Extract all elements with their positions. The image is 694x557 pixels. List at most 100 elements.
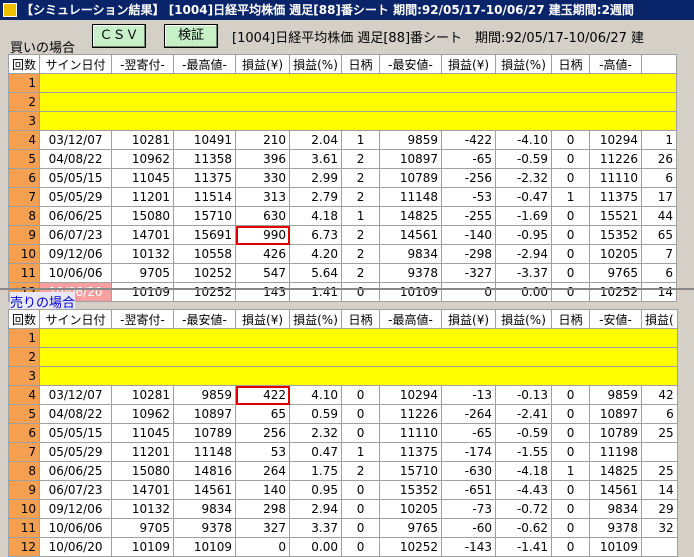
column-header: 損益(¥) (441, 309, 497, 329)
table-cell: 0 (341, 282, 381, 302)
table-cell: 0 (341, 404, 381, 424)
table-cell: 15691 (173, 225, 237, 245)
table-cell: 10132 (111, 244, 175, 264)
table-cell: 15710 (173, 206, 237, 226)
row-number: 12 (7, 537, 41, 557)
table-cell: 9378 (589, 518, 643, 538)
table-cell: 298 (235, 499, 291, 519)
sign-date-cell: 06/07/23 (39, 480, 113, 500)
table-cell: 0 (341, 480, 381, 500)
table-row[interactable]: 1210/06/2010109102521431.4101010900.0001… (7, 282, 678, 302)
table-cell: -65 (441, 423, 497, 443)
column-header: 損益(%) (495, 309, 553, 329)
table-cell: 2.04 (289, 130, 343, 150)
table-cell: 14825 (589, 461, 643, 481)
table-cell: 0 (341, 499, 381, 519)
table-cell: -3.37 (495, 263, 553, 283)
row-number: 2 (7, 92, 41, 112)
table-cell: 9705 (111, 518, 175, 538)
table-cell: 2 (341, 225, 381, 245)
table-cell: 10962 (111, 404, 175, 424)
table-cell: 7 (641, 244, 678, 264)
table-row[interactable]: 11 10/06/06 9705 9378 327 3.37 0 9765 -60 -0.62 0 9… (7, 518, 678, 538)
table-cell: 0 (551, 480, 591, 500)
csv-button[interactable]: ＣＳＶ (92, 24, 146, 48)
table-row[interactable]: 12 10/06/20 10109 10109 0 0.00 0 10252 -143 -1.41… (7, 537, 678, 557)
table-cell: 14561 (173, 480, 237, 500)
table-cell: 0 (551, 442, 591, 462)
table-cell: 10962 (111, 149, 175, 169)
yellow-band-cell (39, 73, 678, 93)
table-cell: 0 (551, 404, 591, 424)
table-cell: 2.79 (289, 187, 343, 207)
empty-row: 3 (7, 366, 678, 386)
row-number: 7 (7, 442, 41, 462)
table-cell: 10281 (111, 385, 175, 405)
table-cell: 2 (341, 168, 381, 188)
sign-date-cell: 04/08/22 (39, 149, 113, 169)
row-number: 1 (7, 328, 41, 348)
row-number: 3 (7, 111, 41, 131)
table-cell: -73 (441, 499, 497, 519)
table-row[interactable]: 4 03/12/07 10281 10491 210 2.04 1 9859 -422 -4.10… (7, 130, 678, 150)
table-cell: 11226 (589, 149, 643, 169)
yellow-band-cell (39, 92, 678, 112)
table-cell: 10558 (173, 244, 237, 264)
row-number: 1 (7, 73, 41, 93)
column-header: -翌寄付- (111, 309, 175, 329)
table-cell: 0 (551, 225, 591, 245)
table-cell: -13 (441, 385, 497, 405)
table-cell: 9705 (111, 263, 175, 283)
table-row[interactable]: 4 03/12/07 10281 9859 422 4.10 0 10294 -13 -0.13 0… (7, 385, 678, 405)
empty-row: 3 (7, 111, 678, 131)
row-number: 8 (7, 206, 41, 226)
table-row[interactable]: 9 06/07/23 14701 14561 140 0.95 0 15352 -651 -4.4… (7, 480, 678, 500)
table-row[interactable]: 6 05/05/15 11045 10789 256 2.32 0 11110 -65 -0.59… (7, 423, 678, 443)
table-cell: 1 (641, 130, 678, 150)
table-row[interactable]: 5 04/08/22 10962 10897 65 0.59 0 11226 -264 -2.41… (7, 404, 678, 424)
table-cell: 17 (641, 187, 678, 207)
table-cell: -298 (441, 244, 497, 264)
table-cell: 4.18 (289, 206, 343, 226)
table-cell: 5.64 (289, 263, 343, 283)
table-row[interactable]: 9 06/07/23 14701 15691 990 6.73 2 14561 -140 -0.9… (7, 225, 678, 245)
sign-date-cell: 04/08/22 (39, 404, 113, 424)
empty-row: 2 (7, 92, 678, 112)
table-row[interactable]: 10 09/12/06 10132 10558 426 4.20 2 9834 -298 -2.9… (7, 244, 678, 264)
row-number: 9 (7, 480, 41, 500)
table-cell: 0.00 (289, 537, 343, 557)
table-cell: 3.37 (289, 518, 343, 538)
table-cell: -0.47 (495, 187, 553, 207)
column-header: -最高値- (173, 54, 237, 74)
table-cell: 6 (641, 168, 678, 188)
table-row[interactable]: 5 04/08/22 10962 11358 396 3.61 2 10897 -65 -0.59… (7, 149, 678, 169)
sign-date-cell: 05/05/29 (39, 442, 113, 462)
table-cell: -327 (441, 263, 497, 283)
table-row[interactable]: 7 05/05/29 11201 11148 53 0.47 1 11375 -174 -1.55… (7, 442, 678, 462)
table-cell: 10491 (173, 130, 237, 150)
table-cell: -4.18 (495, 461, 553, 481)
table-cell: 1.41 (289, 282, 343, 302)
table-row[interactable]: 8 06/06/25 15080 14816 264 1.75 2 15710 -630 -4.1… (7, 461, 678, 481)
row-number: 6 (7, 168, 41, 188)
table-cell: 11375 (589, 187, 643, 207)
column-header: -最安値- (379, 54, 443, 74)
empty-row: 1 (7, 328, 678, 348)
table-row[interactable]: 10 09/12/06 10132 9834 298 2.94 0 10205 -73 -0.72… (7, 499, 678, 519)
table-cell: -2.94 (495, 244, 553, 264)
table-cell: 0.00 (495, 282, 553, 302)
table-cell: -256 (441, 168, 497, 188)
table-row[interactable]: 8 06/06/25 15080 15710 630 4.18 1 14825 -255 -1.6… (7, 206, 678, 226)
table-row[interactable]: 7 05/05/29 11201 11514 313 2.79 2 11148 -53 -0.47… (7, 187, 678, 207)
table-cell: 10789 (589, 423, 643, 443)
table-cell: 10252 (173, 263, 237, 283)
table-row[interactable]: 6 05/05/15 11045 11375 330 2.99 2 10789 -256 -2.3… (7, 168, 678, 188)
verify-button[interactable]: 検証 (164, 24, 218, 48)
table-cell: -65 (441, 149, 497, 169)
table-cell: 11375 (379, 442, 443, 462)
table-cell: 396 (235, 149, 291, 169)
table-cell: 10205 (379, 499, 443, 519)
table-row[interactable]: 11 10/06/06 9705 10252 547 5.64 2 9378 -327 -3.37… (7, 263, 678, 283)
table-cell: 6 (641, 404, 678, 424)
table-cell: -422 (441, 130, 497, 150)
